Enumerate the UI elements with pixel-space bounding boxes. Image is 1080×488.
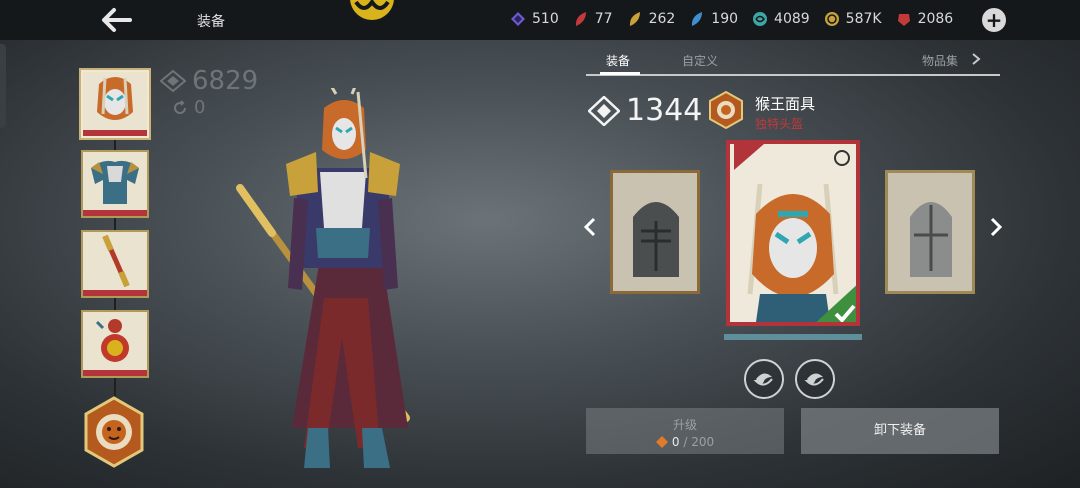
top-bar: 装备 510 77 262 190 4089 587K 2086 + xyxy=(0,0,1080,40)
tab-equipment[interactable]: 装备 xyxy=(606,52,630,69)
currency-value: 587K xyxy=(845,11,882,27)
slot-rarity-bar xyxy=(83,290,147,296)
hero-character-model xyxy=(236,88,410,468)
blue-leaf-icon xyxy=(692,12,703,26)
currency-ruby-gem: 2086 xyxy=(896,11,954,27)
upgrade-max: 200 xyxy=(691,435,715,449)
slot-helmet[interactable] xyxy=(81,70,149,138)
chest-armor-icon xyxy=(83,152,147,210)
currency-value: 2086 xyxy=(917,11,954,27)
ruby-gem-icon xyxy=(897,14,910,26)
reroll-value: 0 xyxy=(194,97,206,118)
gold-coin-icon xyxy=(824,12,839,26)
item-gear-score: 1344 xyxy=(588,93,702,128)
knight-helm-icon xyxy=(910,202,952,277)
item-name: 猴王面具 xyxy=(755,95,816,113)
tab-item-set[interactable]: 物品集 xyxy=(922,52,958,69)
chevron-right-icon[interactable] xyxy=(988,216,1004,238)
upgrade-current: 0 xyxy=(671,435,680,449)
slot-connector xyxy=(114,378,116,396)
gold-leaf-icon xyxy=(629,12,640,26)
game-logo-icon xyxy=(350,0,394,20)
currency-value: 77 xyxy=(594,11,613,27)
chevron-left-icon[interactable] xyxy=(582,216,598,238)
item-card-prev[interactable] xyxy=(610,170,700,294)
currency-red-leaf: 77 xyxy=(573,11,613,27)
slot-rarity-bar xyxy=(83,210,147,216)
swirl-perk-icon xyxy=(753,373,773,386)
currency-value: 190 xyxy=(711,11,739,27)
slot-rarity-bar xyxy=(83,370,147,376)
currency-teal-swirl: 4089 xyxy=(752,11,810,27)
currency-blue-leaf: 190 xyxy=(689,11,738,27)
currency-purple-gem: 510 xyxy=(510,11,559,27)
active-tab-indicator xyxy=(600,72,640,75)
character-reroll: 0 xyxy=(172,97,205,118)
slot-armor[interactable] xyxy=(81,150,149,218)
monkey-mask-icon xyxy=(83,72,147,130)
purple-gem-icon xyxy=(511,12,525,26)
orange-diamond-icon xyxy=(655,436,668,448)
item-card-selected[interactable] xyxy=(726,140,860,326)
gear-score-diamond-icon xyxy=(160,70,186,92)
item-score-value: 1344 xyxy=(626,93,703,128)
perk-slot-button[interactable] xyxy=(795,359,835,399)
currency-bar: 510 77 262 190 4089 587K 2086 xyxy=(510,11,967,27)
add-currency-button[interactable]: + xyxy=(982,8,1006,32)
slot-consumable[interactable] xyxy=(81,310,149,378)
item-card-next[interactable] xyxy=(885,170,975,294)
swirl-perk-icon xyxy=(804,373,824,386)
chevron-right-icon[interactable] xyxy=(970,52,982,66)
unequip-button[interactable]: 卸下装备 xyxy=(801,408,999,454)
tab-customize[interactable]: 自定义 xyxy=(682,52,718,69)
item-progress-bar xyxy=(724,334,862,340)
slot-rarity-bar xyxy=(83,130,147,136)
equipped-check-icon xyxy=(816,285,856,322)
lion-faction-icon xyxy=(709,91,743,129)
page-title: 装备 xyxy=(197,14,225,30)
gear-score-diamond-icon xyxy=(588,95,620,126)
lion-emblem-icon[interactable] xyxy=(82,396,146,468)
currency-value: 4089 xyxy=(774,11,810,27)
red-leaf-icon xyxy=(575,12,586,26)
currency-value: 510 xyxy=(532,11,559,27)
item-tabs: 装备 自定义 物品集 xyxy=(586,50,1000,76)
slot-weapon[interactable] xyxy=(81,230,149,298)
side-drawer-handle[interactable] xyxy=(0,44,6,128)
perk-slot-button[interactable] xyxy=(744,359,784,399)
teal-swirl-icon xyxy=(753,12,768,26)
closed-helm-icon xyxy=(633,202,679,277)
upgrade-label: 升级 xyxy=(672,418,697,432)
refresh-icon xyxy=(174,99,186,114)
item-type: 独特头盔 xyxy=(755,117,804,131)
currency-gold-coin: 587K xyxy=(824,11,882,27)
upgrade-button[interactable]: 升级 0 / 200 xyxy=(586,408,784,454)
currency-value: 262 xyxy=(648,11,676,27)
upgrade-cost: 0 / 200 xyxy=(586,435,784,449)
gourd-flask-icon xyxy=(83,312,147,370)
back-arrow-icon[interactable] xyxy=(98,6,134,34)
upgrade-separator: / xyxy=(679,435,692,449)
staff-weapon-icon xyxy=(83,232,147,290)
currency-gold-leaf: 262 xyxy=(627,11,676,27)
